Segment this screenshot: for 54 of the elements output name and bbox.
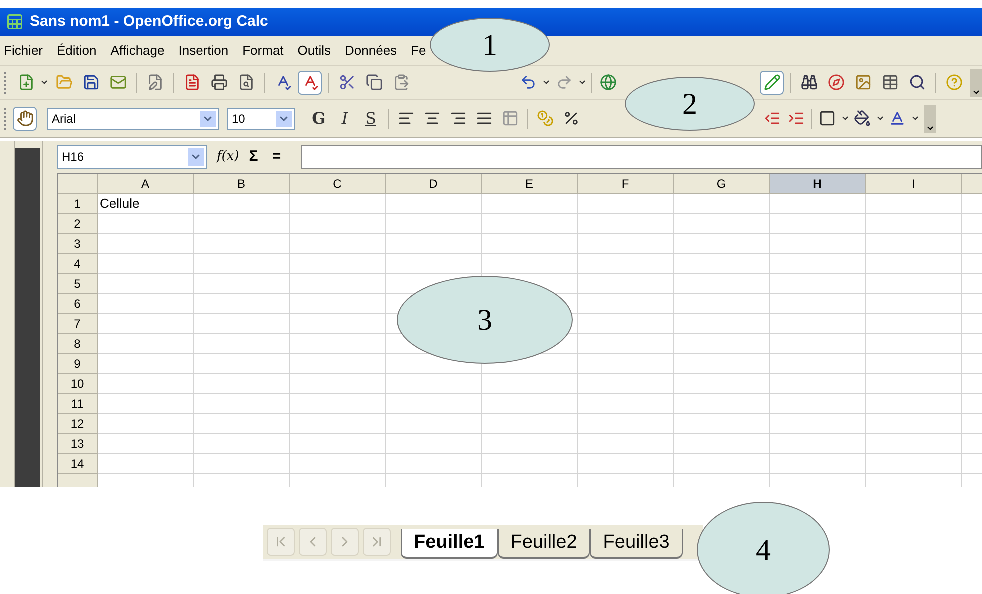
menu-item[interactable]: Insertion xyxy=(178,40,229,60)
row-header[interactable]: 10 xyxy=(58,374,98,394)
window-title: Sans nom1 - OpenOffice.org Calc xyxy=(30,12,268,32)
toolbar-grip-icon[interactable] xyxy=(4,72,7,94)
sheet-tab[interactable]: Feuille1 xyxy=(401,529,498,559)
row-header[interactable]: 2 xyxy=(58,214,98,234)
menu-item[interactable]: Format xyxy=(242,40,284,60)
name-box[interactable]: H16 xyxy=(57,145,207,169)
app-icon xyxy=(6,13,24,31)
corner-cell[interactable] xyxy=(58,174,98,194)
menu-item[interactable]: Données xyxy=(345,40,398,60)
row-header[interactable]: 12 xyxy=(58,414,98,434)
row-header[interactable]: 14 xyxy=(58,454,98,474)
column-header[interactable]: D xyxy=(386,174,482,194)
cell-text: Cellule xyxy=(100,195,140,214)
function-button[interactable]: = xyxy=(272,146,282,168)
row-header[interactable]: 3 xyxy=(58,234,98,254)
bold-button[interactable]: G xyxy=(307,106,331,130)
font-size-field[interactable]: 10 xyxy=(227,108,295,130)
sheet-tab[interactable]: Feuille2 xyxy=(498,529,590,559)
column-header[interactable]: E xyxy=(482,174,578,194)
menu-item[interactable]: Affichage xyxy=(110,40,165,60)
column-header[interactable]: I xyxy=(866,174,962,194)
pencil-icon[interactable] xyxy=(760,70,784,94)
autospell-icon[interactable] xyxy=(298,70,322,94)
row-header[interactable]: 6 xyxy=(58,294,98,314)
column-header[interactable]: B xyxy=(194,174,290,194)
row-header[interactable]: 8 xyxy=(58,334,98,354)
italic-button[interactable]: I xyxy=(333,106,357,130)
hand-icon[interactable] xyxy=(13,106,37,130)
menu-item[interactable]: Fe xyxy=(411,40,426,60)
row-header[interactable]: 9 xyxy=(58,354,98,374)
menu-item[interactable]: Fichier xyxy=(4,40,44,60)
sheet-tab[interactable]: Feuille3 xyxy=(590,529,683,559)
row-header[interactable]: 13 xyxy=(58,434,98,454)
menu-item[interactable]: Édition xyxy=(57,40,97,60)
callout-number: 4 xyxy=(697,502,830,594)
sum-button[interactable]: Σ xyxy=(249,146,258,168)
toolbar-grip-icon[interactable] xyxy=(4,108,7,130)
row-header[interactable]: 4 xyxy=(58,254,98,274)
underline-button[interactable]: S xyxy=(359,106,383,130)
row-header[interactable]: 11 xyxy=(58,394,98,414)
column-header[interactable]: A xyxy=(98,174,194,194)
formula-input-field[interactable] xyxy=(301,145,982,169)
column-header[interactable]: C xyxy=(290,174,386,194)
row-header[interactable]: 7 xyxy=(58,314,98,334)
column-header[interactable]: H xyxy=(770,174,866,194)
column-header[interactable]: F xyxy=(578,174,674,194)
row-header[interactable]: 5 xyxy=(58,274,98,294)
row-header[interactable]: 1 xyxy=(58,194,98,214)
function-wizard-button[interactable]: f(x) xyxy=(217,147,240,167)
menu-item[interactable]: Outils xyxy=(298,40,332,60)
font-name-field[interactable]: Arial xyxy=(47,108,219,130)
column-header[interactable]: G xyxy=(674,174,770,194)
